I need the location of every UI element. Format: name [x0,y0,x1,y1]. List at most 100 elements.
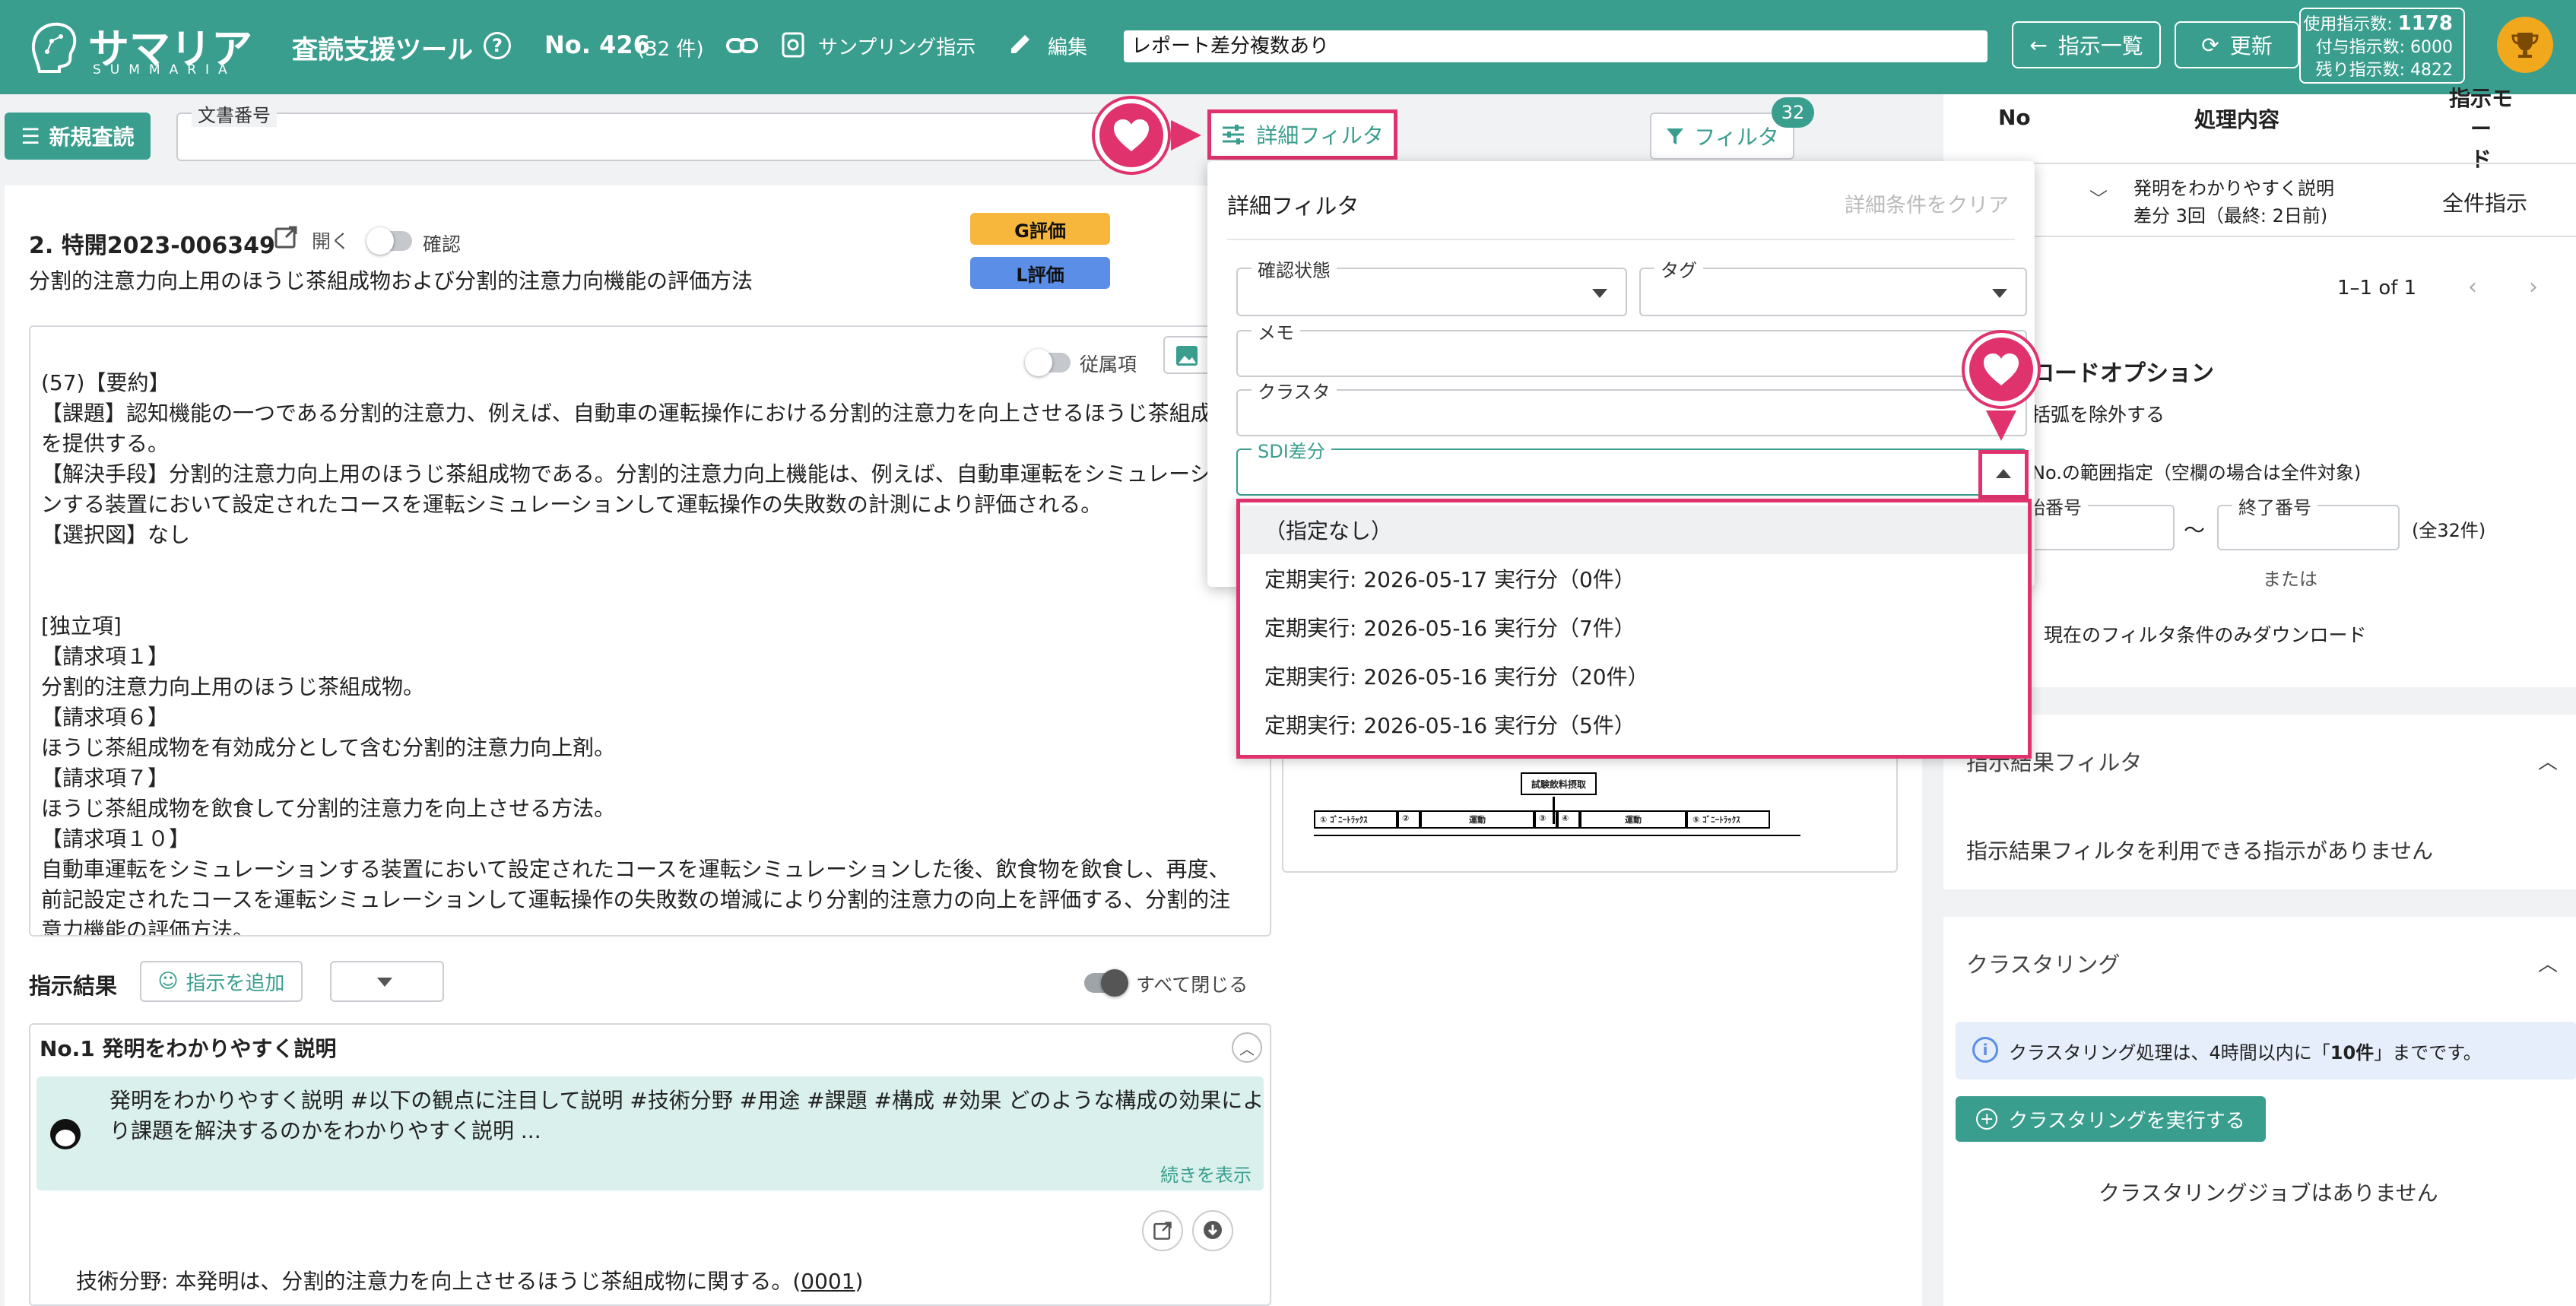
or-label: または [2263,569,2317,590]
sdi-diff-label: SDI差分 [1252,436,1331,463]
sdi-option[interactable]: 定期実行: 2026-05-16 実行分（7件） [1240,603,2028,651]
usage-box: 使用指示数: 1178 付与指示数: 6000 残り指示数: 4822 [2299,8,2465,84]
document-body-text: (57)【要約】 【課題】認知機能の一つである分割的注意力、例えば、自動車の運転… [41,368,1231,937]
result-card-title: No.1 発明をわかりやすく説明 [40,1036,337,1061]
detail-filter-button[interactable]: 詳細フィルタ [1207,109,1397,160]
sdi-diff-dropdown: （指定なし） 定期実行: 2026-05-17 実行分（0件） 定期実行: 20… [1236,499,2032,759]
refresh-button[interactable]: ⟳ 更新 [2175,21,2299,68]
document-title: 2. 特開2023-006349 [29,233,275,259]
range-label: No.の範囲指定（空欄の場合は全件対象) [2032,462,2362,483]
sampling-icon[interactable] [782,32,804,58]
prompt-box: 発明をわかりやすく説明 #以下の観点に注目して説明 #技術分野 #用途 #課題 … [36,1076,1264,1190]
download-result-button[interactable] [1192,1210,1233,1251]
body-line: 自動車運転をシミュレーションする装置において設定されたコースを運転シミュレーショ… [41,857,1230,882]
sdi-option[interactable]: 定期実行: 2026-05-16 実行分（5件） [1240,700,2028,749]
open-result-button[interactable] [1142,1210,1183,1251]
detail-filter-title: 詳細フィルタ [1227,193,1359,219]
confirm-toggle[interactable] [366,227,412,255]
image-icon [1176,346,1198,366]
body-line: ほうじ茶組成物を飲食して分割的注意力を向上させる方法。 [41,796,616,821]
info-icon: i [1972,1037,1998,1063]
sdi-diff-select[interactable] [1236,449,2027,496]
chevron-up-icon[interactable]: ︿ [2538,949,2558,977]
collapse-button[interactable]: ︿ [1232,1032,1262,1063]
figure-axis [1314,835,1800,836]
chevron-up-icon: ︿ [1239,1039,1255,1058]
popover-divider [1227,239,2015,240]
app-title: 査読支援ツール [292,35,473,65]
row-expand-icon[interactable]: ﹀ [2089,184,2108,211]
new-review-button[interactable]: ☰ 新規査読 [5,113,151,160]
body-line: 【請求項１０】 [41,826,191,851]
caret-up-icon [1996,469,2011,478]
close-all-toggle[interactable] [1084,969,1128,997]
answer-text: 技術分野: 本発明は、分割的注意力を向上させるほうじ茶組成物に関する。(0001… [76,1269,864,1294]
exclude-brackets-label[interactable]: 括弧を除外する [2032,400,2165,427]
download-options-title: ロードオプション [2032,360,2214,387]
caret-down-icon [1592,289,1607,298]
doc-number-field[interactable] [176,113,1119,161]
body-line: 【課題】認知機能の一つである分割的注意力、例えば、自動車の運転操作における分割的… [41,401,1212,426]
download-current-filter-link[interactable]: 現在のフィルタ条件のみダウンロード [2044,620,2367,648]
trophy-avatar[interactable] [2497,17,2553,73]
prompt-line-2: り課題を解決するのかをわかりやすく説明 ... [109,1118,541,1143]
open-link[interactable]: 開く [312,227,350,254]
sdi-caret-button[interactable] [1978,450,2029,499]
body-line: 【請求項１】 [41,644,170,669]
pagination-label: 1–1 of 1 [2337,277,2417,300]
sdi-option[interactable]: 定期実行: 2026-05-17 実行分（0件） [1240,554,2028,603]
help-icon[interactable]: ? [484,32,511,59]
l-rating-badge: L評価 [970,257,1110,289]
sdi-option[interactable]: 定期実行: 2026-05-16 実行分（20件） [1240,651,2028,700]
memo-field[interactable] [1236,330,2027,377]
clustering-info-box: i クラスタリング処理は、4時間以内に「 10件 」までです。 [1956,1022,2576,1079]
body-line: ほうじ茶組成物を有効成分として含む分割的注意力向上剤。 [41,735,616,760]
filter-count-badge: 32 [1772,97,1814,128]
body-line: 【請求項７】 [41,766,170,791]
edit-icon[interactable] [1008,32,1033,56]
chevron-up-icon[interactable]: ︿ [2538,747,2558,775]
tag-label: タグ [1654,255,1703,282]
clear-conditions-button[interactable]: 詳細条件をクリア [1845,189,2009,218]
caret-down-icon [1992,289,2007,298]
edit-link[interactable]: 編集 [1048,32,1087,60]
pointer-arrow-icon [1986,411,2016,441]
logo-head-icon [29,18,79,73]
show-more-link[interactable]: 続きを表示 [1160,1160,1252,1187]
add-instruction-button[interactable]: ☺ 指示を追加 [140,961,303,1002]
body-line: (57)【要約】 [41,370,170,395]
instruction-select[interactable] [330,961,444,1002]
open-external-icon[interactable] [274,225,298,249]
open-external-icon [1153,1222,1172,1240]
cluster-field[interactable] [1236,389,2027,436]
status-label: 確認状態 [1252,255,1337,282]
next-page-icon[interactable]: › [2529,274,2538,300]
body-line: 【請求項６】 [41,705,170,730]
answer-link[interactable]: 0001 [801,1269,855,1294]
sdi-option[interactable]: （指定なし） [1240,506,2028,554]
link-icon[interactable] [725,32,759,59]
sampling-link[interactable]: サンプリング指示 [818,32,976,60]
body-line: 前記設定されたコースを運転シミュレーションして運転操作の失敗数の増減により分割的… [41,887,1231,912]
body-line: 分割的注意力向上用のほうじ茶組成物。 [41,674,425,699]
logo-text-en: SUMMARIA [93,62,236,78]
row-sub: 差分 3回（最終: 2日前) [2133,205,2328,227]
prev-page-icon[interactable]: ‹ [2468,274,2477,300]
document-subtitle: 分割的注意力向上用のほうじ茶組成物および分割的注意力向機能の評価方法 [29,268,753,293]
logo: サマリア SUMMARIA [29,15,257,79]
memo-input[interactable]: レポート差分複数あり [1124,30,1988,62]
figure-label: 試験飲料摂取 [1521,772,1597,795]
back-to-list-button[interactable]: ← 指示一覧 [2012,21,2161,68]
cluster-label: クラスタ [1252,377,1337,404]
result-card: No.1 発明をわかりやすく説明 ︿ 発明をわかりやすく説明 #以下の観点に注目… [29,1023,1271,1306]
doc-number-label: 文書番号 [192,100,277,127]
body-line: 意力機能の評価方法。 [41,918,255,937]
user-avatar-icon [50,1119,81,1149]
body-line: 【解決手段】分割的注意力向上用のほうじ茶組成物である。分割的注意力向上機能は、例… [41,461,1211,487]
plus-circle-icon: + [1976,1108,1998,1130]
run-clustering-button[interactable]: + クラスタリングを実行する [1956,1096,2266,1142]
row-title: 発明をわかりやすく説明 [2133,178,2334,199]
assistant-icon: ☺ [157,970,179,993]
heart-highlight-badge [1965,333,2038,406]
result-filter-section: 指示結果フィルタ ︿ 指示結果フィルタを利用できる指示がありません [1943,715,2576,889]
